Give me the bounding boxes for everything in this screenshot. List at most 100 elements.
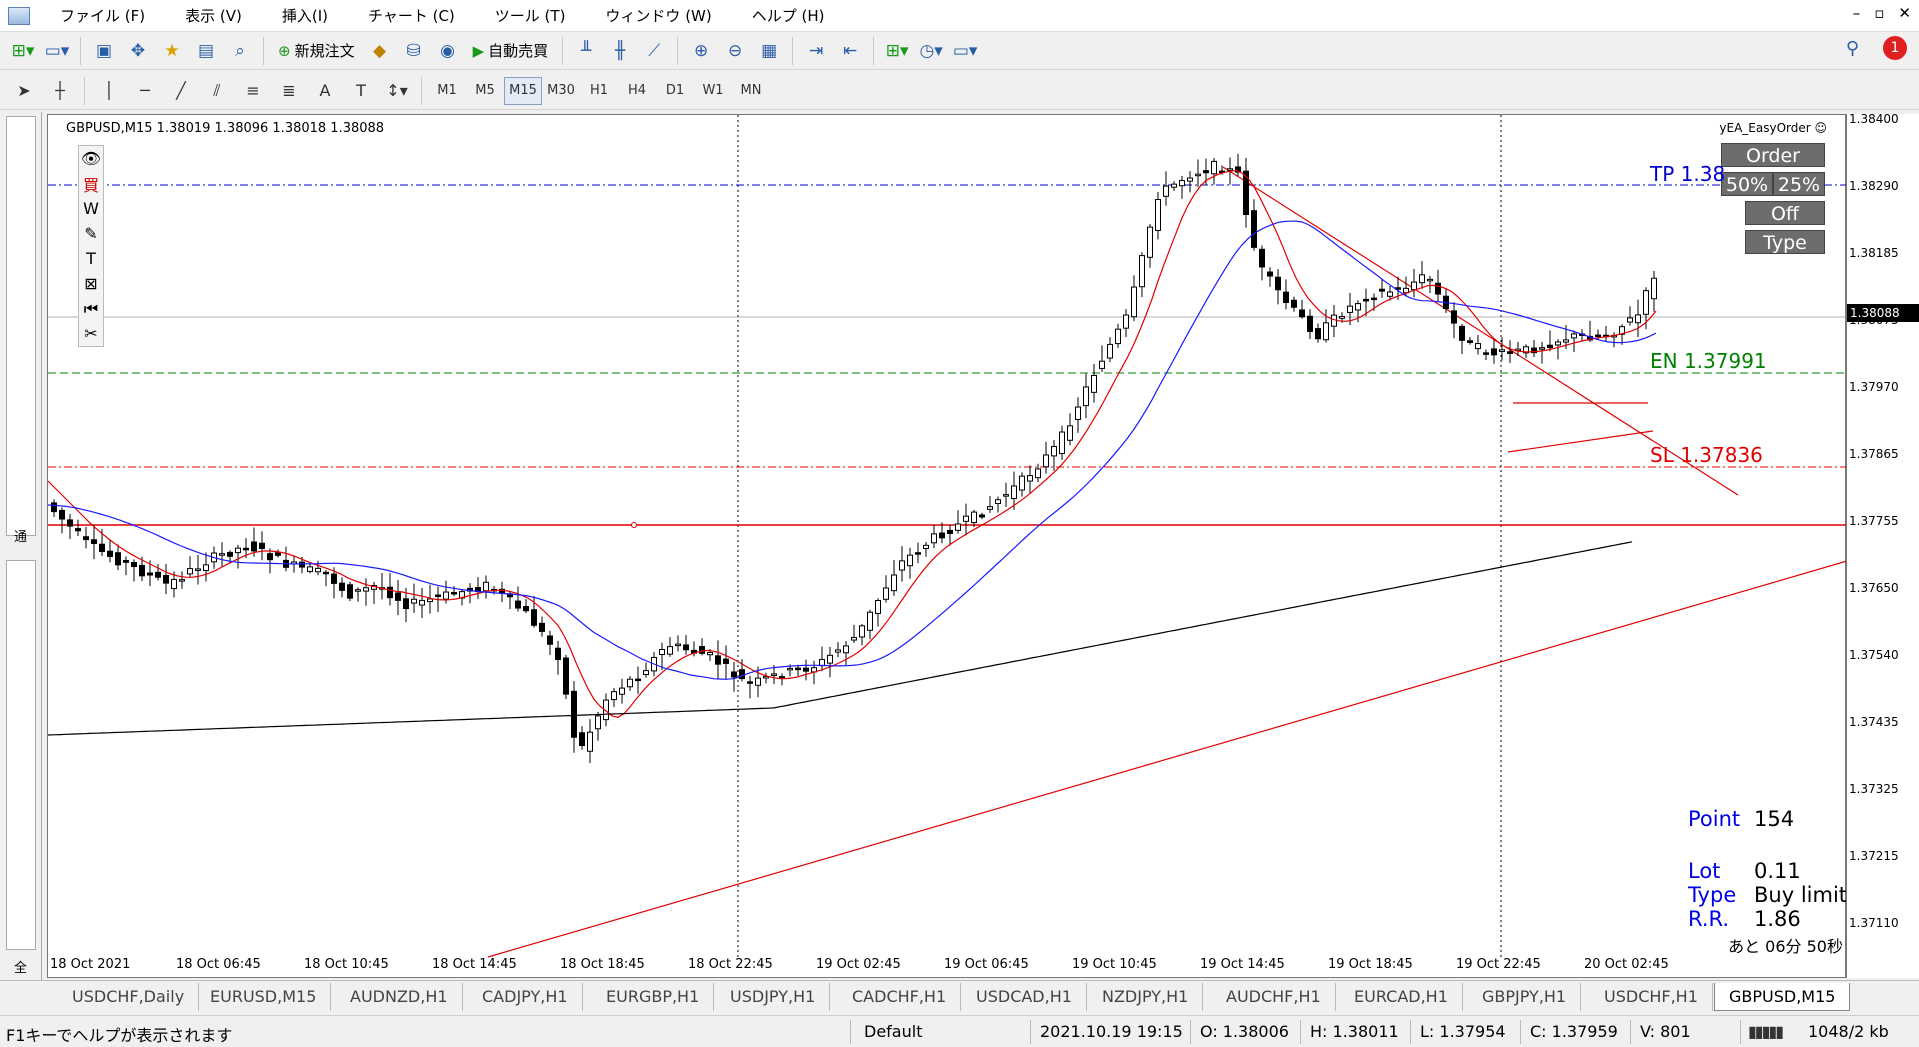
- zoom-in-icon[interactable]: ⊕: [686, 36, 716, 66]
- tab-usdjpy-h1[interactable]: USDJPY,H1: [716, 983, 831, 1011]
- left-panel-upper[interactable]: [6, 116, 36, 536]
- tab-usdchf-h1[interactable]: USDCHF,H1: [1590, 983, 1713, 1011]
- horizontal-line-icon[interactable]: ─: [127, 77, 163, 105]
- chart-shift-icon[interactable]: ⇤: [835, 36, 865, 66]
- timeframe-mn[interactable]: MN: [732, 77, 770, 105]
- text-icon[interactable]: A: [307, 77, 343, 105]
- rewind-icon[interactable]: ⏮: [79, 296, 103, 321]
- templates-icon[interactable]: ▭▾: [950, 36, 980, 66]
- data-window-icon[interactable]: ✥: [123, 36, 153, 66]
- candle-body: [195, 568, 201, 571]
- tab-nzdjpy-h1[interactable]: NZDJPY,H1: [1088, 983, 1204, 1011]
- twenty-five-percent-button[interactable]: 25%: [1773, 172, 1825, 196]
- new-order-label: 新規注文: [294, 42, 355, 60]
- arrows-icon[interactable]: ↕▾: [379, 77, 415, 105]
- notification-badge[interactable]: 1: [1883, 36, 1907, 60]
- tab-audnzd-h1[interactable]: AUDNZD,H1: [336, 983, 463, 1011]
- menu-chart[interactable]: チャート (C): [348, 5, 475, 26]
- type-button[interactable]: Type: [1745, 230, 1825, 254]
- menu-window[interactable]: ウィンドウ (W): [585, 5, 731, 26]
- buy-icon[interactable]: 買: [79, 171, 103, 196]
- timeframe-w1[interactable]: W1: [694, 77, 732, 105]
- pen-icon[interactable]: ✎: [79, 221, 103, 246]
- tab-eurcad-h1[interactable]: EURCAD,H1: [1340, 983, 1463, 1011]
- vertical-line-icon[interactable]: │: [91, 77, 127, 105]
- price-chart[interactable]: GBPUSD,M15 1.38019 1.38096 1.38018 1.380…: [47, 114, 1847, 979]
- periods-icon[interactable]: ◷▾: [916, 36, 946, 66]
- close-icon[interactable]: ✕: [1898, 4, 1911, 22]
- zoom-out-icon[interactable]: ⊖: [720, 36, 750, 66]
- symbol-info: GBPUSD,M15 1.38019 1.38096 1.38018 1.380…: [66, 121, 385, 136]
- menu-tools[interactable]: ツール (T): [475, 5, 586, 26]
- trendline-icon[interactable]: ╱: [163, 77, 199, 105]
- profiles-icon[interactable]: ▭▾: [42, 36, 72, 66]
- tab-gbpusd-m15[interactable]: GBPUSD,M15: [1714, 983, 1851, 1011]
- market-watch-icon[interactable]: ▣: [89, 36, 119, 66]
- tab-audchf-h1[interactable]: AUDCHF,H1: [1212, 983, 1336, 1011]
- candle-body: [1299, 309, 1305, 318]
- timeframe-m15[interactable]: M15: [504, 76, 542, 105]
- w-icon[interactable]: W: [79, 196, 103, 221]
- fibo-retracement-icon[interactable]: ≡: [235, 77, 271, 105]
- minimize-icon[interactable]: –: [1853, 4, 1861, 22]
- eye-icon[interactable]: 👁: [79, 146, 103, 171]
- candle-body: [1131, 286, 1137, 318]
- text-tool-icon[interactable]: T: [79, 246, 103, 271]
- menu-view[interactable]: 表示 (V): [165, 5, 262, 26]
- restore-icon[interactable]: ▫: [1874, 4, 1884, 22]
- timeframe-m1[interactable]: M1: [428, 77, 466, 105]
- tab-cadchf-h1[interactable]: CADCHF,H1: [838, 983, 962, 1011]
- tab-usdcad-h1[interactable]: USDCAD,H1: [962, 983, 1087, 1011]
- app-icon[interactable]: [8, 6, 30, 25]
- left-panel-lower[interactable]: [6, 560, 36, 950]
- menu-file[interactable]: ファイル (F): [40, 5, 165, 26]
- tab-eurgbp-h1[interactable]: EURGBP,H1: [592, 983, 715, 1011]
- picture-icon[interactable]: ⊠: [79, 271, 103, 296]
- crosshair-icon[interactable]: ┼: [42, 77, 78, 105]
- timeframe-m30[interactable]: M30: [542, 77, 580, 105]
- timeframe-h4[interactable]: H4: [618, 77, 656, 105]
- text-label-icon[interactable]: T: [343, 77, 379, 105]
- menu-insert[interactable]: 挿入(I): [262, 5, 348, 26]
- timeframe-d1[interactable]: D1: [656, 77, 694, 105]
- equidistant-channel-icon[interactable]: ⫽: [199, 77, 235, 105]
- navigator-icon[interactable]: ★: [157, 36, 187, 66]
- market-icon[interactable]: ◉: [433, 36, 463, 66]
- candle-body: [931, 533, 937, 544]
- new-order-button[interactable]: ⊕ 新規注文: [272, 36, 361, 66]
- left-panel-tab-1[interactable]: 通: [14, 526, 27, 545]
- timeframe-m5[interactable]: M5: [466, 77, 504, 105]
- signals-icon[interactable]: ⛁: [399, 36, 429, 66]
- indicators-icon[interactable]: ⊞▾: [882, 36, 912, 66]
- strategy-tester-icon[interactable]: ⌕: [225, 36, 255, 66]
- metaeditor-icon[interactable]: ◆: [365, 36, 395, 66]
- chart-canvas[interactable]: [48, 115, 1847, 979]
- left-panel-tab-2[interactable]: 全: [14, 957, 27, 976]
- tile-windows-icon[interactable]: ▦: [754, 36, 784, 66]
- terminal-icon[interactable]: ▤: [191, 36, 221, 66]
- price-axis[interactable]: 1.38400 1.38290 1.38185 1.38075 1.37970 …: [1846, 112, 1919, 978]
- candle-body: [675, 643, 681, 647]
- off-button[interactable]: Off: [1745, 201, 1825, 225]
- candle-body: [683, 644, 689, 651]
- candle-body: [443, 591, 449, 600]
- tab-usdchf-daily[interactable]: USDCHF,Daily: [58, 983, 200, 1011]
- tab-cadjpy-h1[interactable]: CADJPY,H1: [468, 983, 583, 1011]
- fibo-fan-icon[interactable]: ≣: [271, 77, 307, 105]
- bar-chart-icon[interactable]: ╨: [571, 36, 601, 66]
- search-icon[interactable]: ⚲: [1846, 38, 1859, 59]
- candlestick-icon[interactable]: ╫: [605, 36, 635, 66]
- auto-trading-button[interactable]: ▶ 自動売買: [467, 36, 555, 66]
- menu-help[interactable]: ヘルプ (H): [732, 5, 845, 26]
- scissors-icon[interactable]: ✂: [79, 321, 103, 346]
- cursor-icon[interactable]: ➤: [6, 77, 42, 105]
- fifty-percent-button[interactable]: 50%: [1721, 172, 1773, 196]
- new-chart-icon[interactable]: ⊞▾: [8, 36, 38, 66]
- order-button[interactable]: Order: [1721, 143, 1825, 167]
- tab-gbpjpy-h1[interactable]: GBPJPY,H1: [1468, 983, 1582, 1011]
- type-info: Type Buy limit: [1688, 883, 1847, 907]
- autoscroll-icon[interactable]: ⇥: [801, 36, 831, 66]
- tab-eurusd-m15[interactable]: EURUSD,M15: [196, 983, 332, 1011]
- line-chart-icon[interactable]: ⟋: [639, 36, 669, 66]
- timeframe-h1[interactable]: H1: [580, 77, 618, 105]
